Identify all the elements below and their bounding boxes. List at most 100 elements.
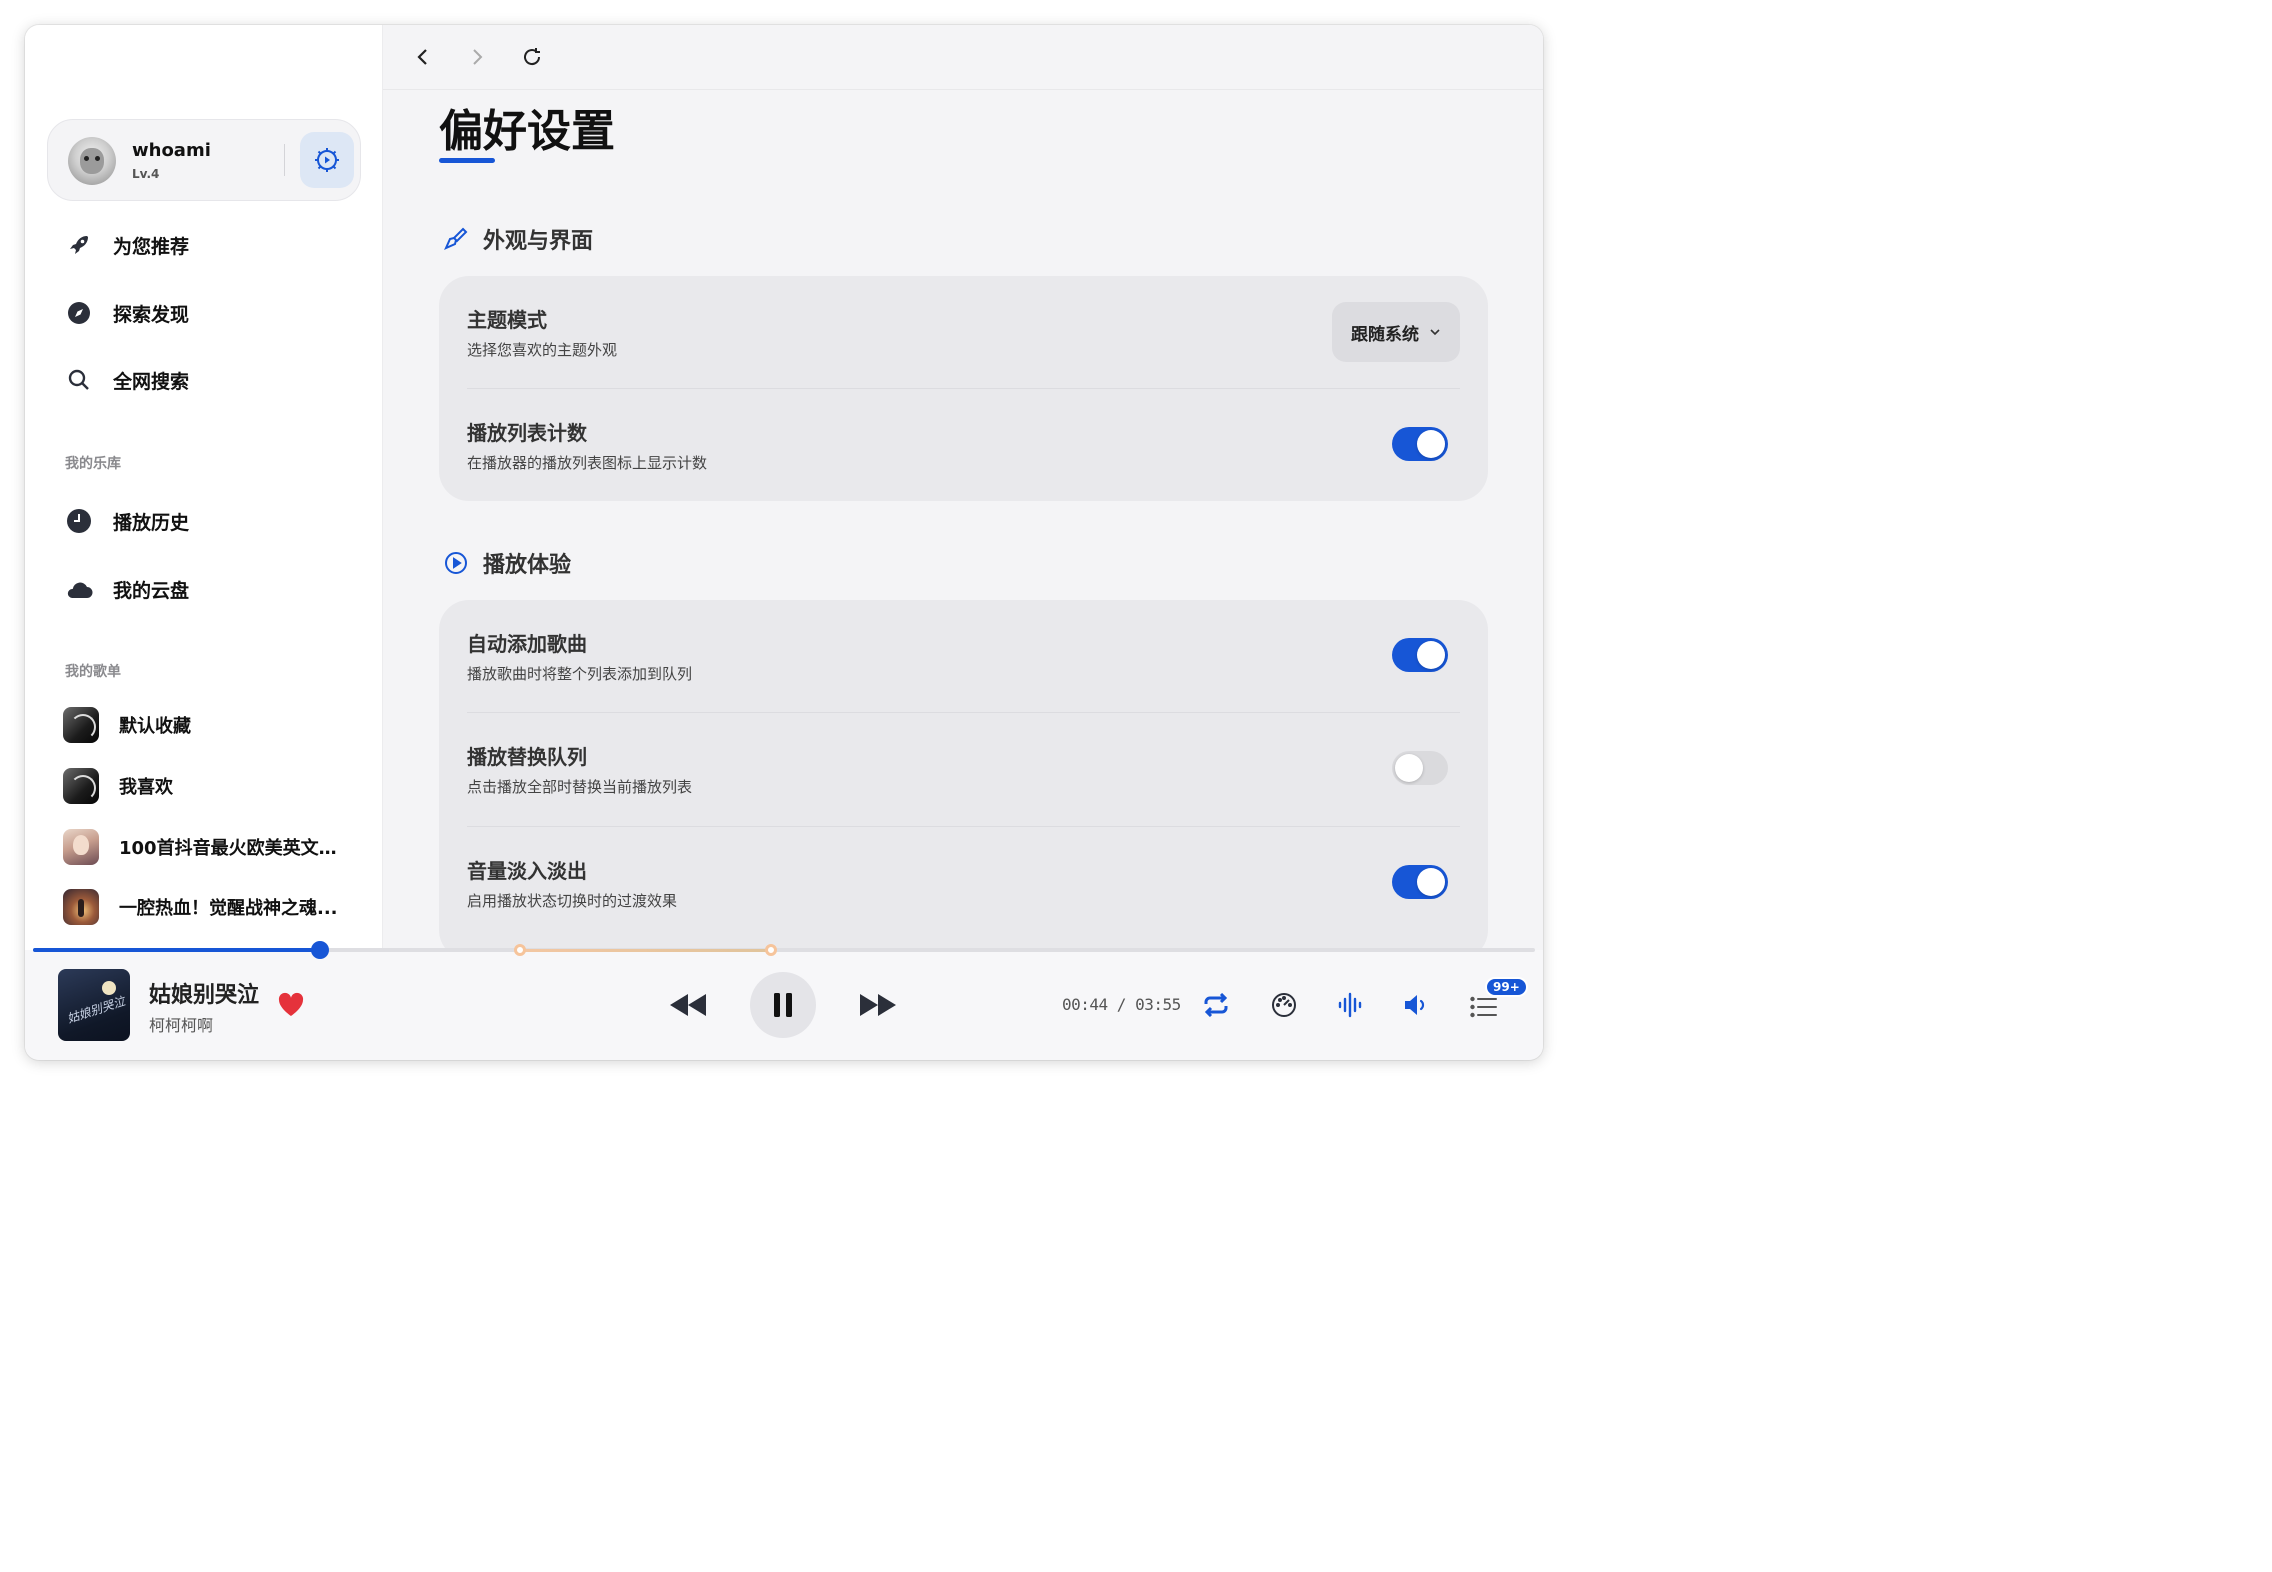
nav-label: 全网搜索 — [113, 370, 190, 393]
playlist-item[interactable]: 100首抖音最火欧美英文... — [63, 828, 339, 866]
next-button[interactable] — [855, 987, 901, 1023]
divider — [284, 144, 285, 176]
setting-subtitle: 启用播放状态切换时的过渡效果 — [467, 892, 678, 910]
cloud-icon — [65, 575, 93, 603]
playlist-cover — [63, 707, 99, 743]
play-circle-icon — [445, 552, 467, 574]
select-value: 跟随系统 — [1351, 324, 1419, 345]
repeat-icon — [1204, 993, 1228, 1017]
speed-button[interactable] — [1267, 989, 1301, 1021]
album-cover[interactable]: 姑娘别哭泣 — [58, 969, 130, 1041]
playlist-item[interactable]: 默认收藏 — [63, 706, 339, 744]
volume-button[interactable] — [1399, 989, 1433, 1021]
nav-label: 探索发现 — [113, 303, 190, 326]
section-header-playback: 播放体验 — [443, 547, 571, 579]
speaker-icon — [1405, 995, 1425, 1015]
repeat-button[interactable] — [1199, 989, 1233, 1021]
song-title[interactable]: 姑娘别哭泣 — [149, 977, 259, 1009]
playlist-count-toggle[interactable] — [1392, 427, 1448, 461]
queue-count-badge: 99+ — [1485, 977, 1528, 997]
settings-card-appearance: 主题模式 选择您喜欢的主题外观 跟随系统 播放列表计数 在播放器的播放列表图标上… — [439, 276, 1488, 501]
setting-row-theme: 主题模式 选择您喜欢的主题外观 跟随系统 — [467, 276, 1460, 388]
settings-button[interactable] — [300, 132, 354, 188]
rewind-icon — [670, 994, 706, 1016]
settings-card-playback: 自动添加歌曲 播放歌曲时将整个列表添加到队列 播放替换队列 点击播放全部时替换当… — [439, 600, 1488, 960]
nav-item-explore[interactable]: 探索发现 — [65, 293, 189, 333]
setting-row-playlist-count: 播放列表计数 在播放器的播放列表图标上显示计数 — [467, 389, 1460, 501]
song-artist[interactable]: 柯柯柯啊 — [149, 1012, 213, 1036]
sound-effect-button[interactable] — [1333, 989, 1367, 1021]
chevron-right-icon — [473, 49, 483, 65]
nav-item-recommend[interactable]: 为您推荐 — [65, 225, 189, 265]
playlist-cover — [63, 768, 99, 804]
user-level: Lv.4 — [132, 167, 160, 181]
section-title: 播放体验 — [483, 553, 572, 578]
playlist-name: 我喜欢 — [119, 777, 173, 798]
theme-mode-select[interactable]: 跟随系统 — [1332, 302, 1460, 362]
section-title: 外观与界面 — [483, 229, 594, 254]
fade-in-handle[interactable] — [514, 944, 526, 956]
compass-icon — [65, 299, 93, 327]
user-card[interactable]: whoami Lv.4 — [47, 119, 361, 201]
search-icon — [65, 366, 93, 394]
progress-thumb[interactable] — [311, 941, 329, 959]
replace-queue-toggle[interactable] — [1392, 751, 1448, 785]
library-section-label: 我的乐库 — [65, 456, 121, 472]
setting-subtitle: 播放歌曲时将整个列表添加到队列 — [467, 665, 693, 683]
waveform-icon — [1338, 992, 1362, 1018]
user-name: whoami — [132, 140, 211, 161]
playlist-name: 默认收藏 — [119, 716, 191, 737]
progress-fill — [33, 948, 320, 952]
clock-icon — [65, 507, 93, 535]
playlists-section-label: 我的歌单 — [65, 664, 121, 680]
setting-subtitle: 点击播放全部时替换当前播放列表 — [467, 778, 693, 796]
playlist-item[interactable]: 我喜欢 — [63, 767, 339, 805]
setting-subtitle: 选择您喜欢的主题外观 — [467, 341, 618, 359]
setting-title: 音量淡入淡出 — [467, 859, 587, 883]
setting-title: 自动添加歌曲 — [467, 632, 587, 656]
setting-title: 主题模式 — [467, 308, 547, 332]
chevron-down-icon — [1430, 329, 1440, 336]
title-underline — [439, 158, 495, 163]
settings-page: 偏好设置 外观与界面 主题模式 选择您喜欢的主题外观 跟随系统 播放列表计数 在… — [383, 25, 1543, 960]
fade-out-handle[interactable] — [765, 944, 777, 956]
playlist-name: 100首抖音最火欧美英文... — [119, 838, 339, 859]
list-icon — [1470, 996, 1497, 1018]
time-display: 00:44 / 03:55 — [1062, 995, 1181, 1014]
fade-range — [519, 949, 771, 952]
library-item-label: 播放历史 — [113, 511, 190, 534]
heart-icon[interactable] — [277, 991, 305, 1017]
paintbrush-icon — [444, 227, 468, 250]
rocket-icon — [65, 231, 93, 259]
setting-title: 播放替换队列 — [467, 745, 587, 769]
sidebar: whoami Lv.4 为您推荐 探索发现 全网搜索 我的乐库 播放历史 我的云… — [25, 25, 383, 950]
pause-button[interactable] — [750, 972, 816, 1038]
page-title: 偏好设置 — [439, 106, 615, 157]
playlist-cover — [63, 829, 99, 865]
setting-row-volume-fade: 音量淡入淡出 启用播放状态切换时的过渡效果 — [467, 827, 1460, 939]
gear-icon — [315, 148, 339, 172]
back-button[interactable] — [407, 41, 439, 73]
library-item-label: 我的云盘 — [113, 579, 190, 602]
topbar — [383, 25, 1543, 90]
gauge-icon — [1272, 993, 1296, 1017]
volume-fade-toggle[interactable] — [1392, 865, 1448, 899]
library-item-history[interactable]: 播放历史 — [65, 501, 189, 541]
playlist-name: 一腔热血！觉醒战神之魂... — [119, 898, 338, 919]
library-item-cloud[interactable]: 我的云盘 — [65, 569, 189, 609]
playlist-item[interactable]: 一腔热血！觉醒战神之魂... — [63, 888, 339, 926]
nav-item-search[interactable]: 全网搜索 — [65, 360, 189, 400]
refresh-button[interactable] — [516, 41, 548, 73]
app-window: whoami Lv.4 为您推荐 探索发现 全网搜索 我的乐库 播放历史 我的云… — [25, 25, 1543, 1060]
fast-forward-icon — [860, 994, 896, 1016]
setting-row-auto-add: 自动添加歌曲 播放歌曲时将整个列表添加到队列 — [467, 600, 1460, 712]
previous-button[interactable] — [665, 987, 711, 1023]
setting-row-replace-queue: 播放替换队列 点击播放全部时替换当前播放列表 — [467, 713, 1460, 825]
avatar[interactable] — [68, 137, 116, 185]
auto-add-toggle[interactable] — [1392, 638, 1448, 672]
setting-title: 播放列表计数 — [467, 421, 587, 445]
forward-button[interactable] — [461, 41, 493, 73]
chevron-left-icon — [417, 49, 427, 65]
playlist-cover — [63, 889, 99, 925]
cover-text: 姑娘别哭泣 — [65, 994, 127, 1026]
